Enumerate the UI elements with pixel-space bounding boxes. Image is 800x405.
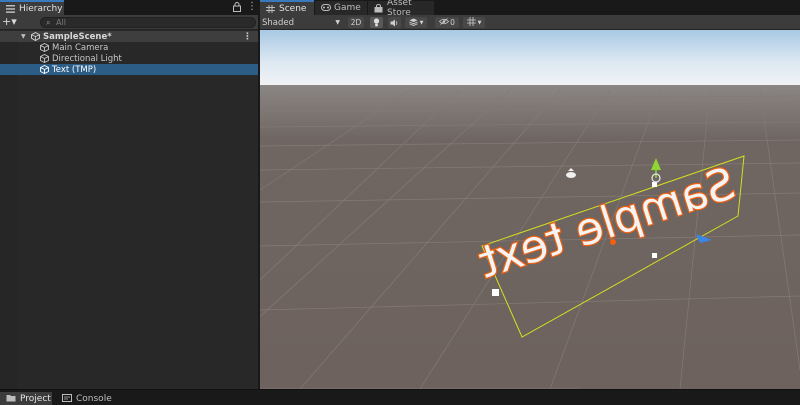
hierarchy-item-label: Main Camera [52,42,109,53]
cube-icon [39,43,49,53]
list-icon [6,4,15,13]
search-input[interactable] [56,18,246,27]
tab-project[interactable]: Project [0,392,52,405]
hierarchy-item-text-tmp[interactable]: Text (TMP) [0,64,258,75]
unity-scene-icon [30,32,40,42]
shading-mode-dropdown[interactable]: Shaded ▼ [262,16,344,29]
lighting-toggle-icon[interactable] [370,17,383,28]
console-icon [62,393,72,405]
scene-name: SampleScene* [43,31,112,42]
folder-icon [6,394,16,405]
cube-icon [39,65,49,75]
scale-handle[interactable] [652,182,657,187]
shading-mode-value: Shaded [262,17,295,28]
sky [260,30,800,88]
hierarchy-item-label: Directional Light [52,53,122,64]
lock-icon[interactable] [233,2,241,15]
bottom-tab-strip: Project Console [0,389,800,405]
tab-console[interactable]: Console [56,392,112,405]
hidden-objects-toggle[interactable]: 0 [435,17,459,28]
scene-canvas: Sample text [260,30,800,389]
chevron-down-icon: ▼ [419,19,424,26]
add-object-button[interactable]: +▾ [2,16,22,29]
hierarchy-panel: +▾ ⌕ ▼ SampleScene* ⋮ Main Camera Direct… [0,15,258,389]
tab-game[interactable]: Game [315,1,367,15]
pivot-handle[interactable] [610,239,616,245]
hierarchy-item-label: Text (TMP) [52,64,97,75]
hierarchy-item-main-camera[interactable]: Main Camera [0,42,258,53]
grid-snap-icon [466,17,476,28]
hierarchy-gutter [0,31,18,389]
eye-slash-icon [439,18,450,27]
scene-root-row[interactable]: ▼ SampleScene* ⋮ [0,31,258,42]
cube-icon [39,54,49,64]
scale-handle[interactable] [492,289,499,296]
scene-menu-icon[interactable]: ⋮ [243,32,252,42]
hierarchy-toolbar: +▾ ⌕ [0,15,258,30]
scene-view-panel: Shaded ▼ 2D ▼ 0 ▼ Sample text [260,15,800,389]
grid-dropdown[interactable]: ▼ [463,17,485,28]
tab-scene[interactable]: Scene [260,0,314,15]
top-tab-strip: Hierarchy ⋮ Scene Game Asset Store [0,0,800,18]
tab-asset-store[interactable]: Asset Store [368,0,434,18]
search-icon: ⌕ [46,18,51,27]
toggle-2d-button[interactable]: 2D [348,17,364,28]
gamepad-icon [321,4,331,12]
tab-scene-label: Scene [279,3,307,14]
layers-icon [408,18,418,28]
chevron-down-icon: ▼ [335,19,340,26]
hierarchy-item-directional-light[interactable]: Directional Light [0,53,258,64]
tab-hierarchy-label: Hierarchy [19,3,63,14]
tab-menu-icon[interactable]: ⋮ [247,1,257,12]
tab-hierarchy[interactable]: Hierarchy [0,0,64,15]
scale-handle[interactable] [652,253,657,258]
tab-project-label: Project [20,394,51,404]
tab-console-label: Console [76,394,112,404]
scene-viewport[interactable]: Sample text [260,30,800,389]
audio-toggle-icon[interactable] [388,17,401,28]
expand-arrow-icon[interactable]: ▼ [21,33,26,40]
effects-dropdown[interactable]: ▼ [405,17,427,28]
grid-icon [266,4,275,13]
bag-icon [374,4,383,13]
tab-game-label: Game [334,3,361,13]
chevron-down-icon: ▼ [477,19,482,26]
hidden-count: 0 [450,18,455,27]
hierarchy-search[interactable]: ⌕ [40,17,256,28]
scene-toolbar: Shaded ▼ 2D ▼ 0 ▼ [260,15,800,30]
